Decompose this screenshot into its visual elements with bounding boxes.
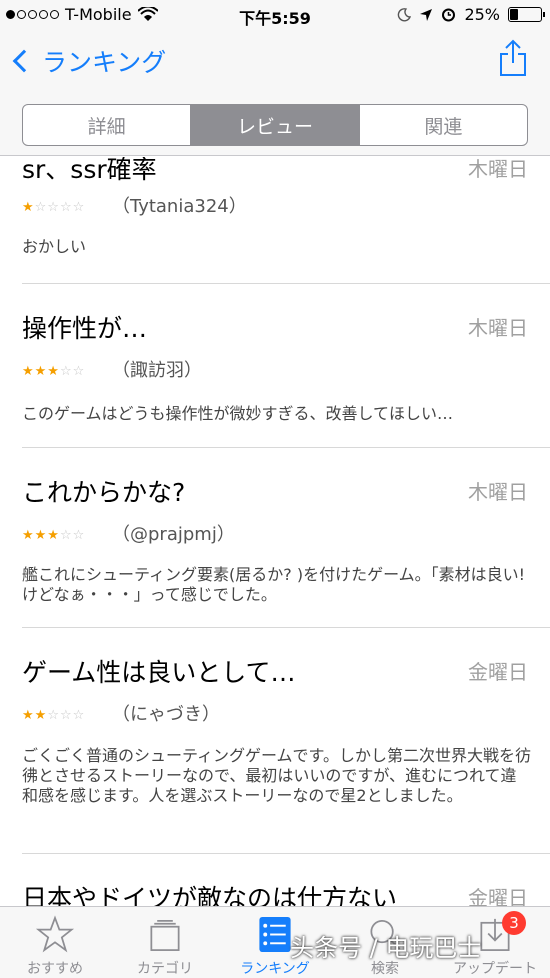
review-body: ごくごく普通のシューティングゲームです。しかし第二次世界大戦を彷彿とさせるストー…: [22, 746, 531, 805]
review-item[interactable]: 日本やドイツが敵なのは仕方ない 金曜日: [22, 854, 550, 907]
moon-icon: [398, 7, 412, 21]
review-item[interactable]: これからかな? 木曜日 ★★★☆☆ （@prajpmj） 艦これにシューティング…: [22, 448, 550, 628]
review-day: 木曜日: [468, 480, 528, 504]
star-rating: ★☆☆☆☆: [22, 200, 86, 215]
review-day: 金曜日: [468, 660, 528, 684]
share-icon[interactable]: [498, 38, 528, 78]
battery-icon: [508, 7, 545, 22]
back-button[interactable]: ランキング: [10, 43, 166, 79]
review-title: sr、ssr確率: [22, 157, 157, 184]
tab-label: カテゴリ: [137, 961, 193, 977]
review-item[interactable]: 操作性が… 木曜日 ★★★☆☆ （諏訪羽） このゲームはどうも操作性が微妙すぎる…: [22, 284, 550, 448]
star-rating: ★★★☆☆: [22, 364, 86, 379]
alarm-icon: [442, 8, 456, 22]
review-title: 日本やドイツが敵なのは仕方ない: [22, 884, 398, 907]
review-item[interactable]: sr、ssr確率 木曜日 ★☆☆☆☆ （Tytania324） おかしい: [22, 157, 550, 284]
review-author: （Tytania324）: [112, 196, 247, 217]
chevron-left-icon: [12, 49, 36, 73]
tab-label: おすすめ: [27, 961, 83, 977]
navigation-bar: ランキング: [0, 30, 550, 92]
segment-details[interactable]: 詳細: [23, 105, 192, 145]
battery-percentage: 25%: [464, 5, 500, 24]
segment-area: 詳細 レビュー 関連: [0, 92, 550, 156]
review-title: 操作性が…: [22, 314, 148, 343]
categories-icon: [150, 919, 180, 951]
review-title: ゲーム性は良いとして…: [22, 658, 296, 687]
review-title: これからかな?: [22, 478, 186, 507]
review-body: このゲームはどうも操作性が微妙すぎる、改善してほしい…: [22, 404, 454, 423]
review-author: （にゃづき）: [112, 704, 220, 725]
review-day: 木曜日: [468, 157, 528, 181]
review-list[interactable]: sr、ssr確率 木曜日 ★☆☆☆☆ （Tytania324） おかしい 操作性…: [0, 157, 550, 907]
status-bar: T-Mobile 下午5:59 25%: [0, 0, 550, 30]
segment-reviews[interactable]: レビュー: [191, 105, 360, 145]
watermark: 头条号 / 电玩巴士: [290, 934, 482, 962]
review-day: 金曜日: [468, 886, 528, 907]
star-icon: [35, 915, 75, 953]
review-author: （@prajpmj）: [112, 524, 235, 545]
segmented-control: 詳細 レビュー 関連: [22, 104, 528, 146]
review-body: おかしい: [22, 237, 87, 256]
updates-badge: 3: [502, 911, 526, 935]
star-rating: ★★☆☆☆: [22, 708, 86, 723]
star-rating: ★★★☆☆: [22, 528, 86, 543]
location-arrow-icon: [420, 8, 433, 21]
segment-related[interactable]: 関連: [360, 105, 527, 145]
review-author: （諏訪羽）: [112, 360, 202, 381]
tab-categories[interactable]: カテゴリ: [110, 907, 220, 978]
review-body: 艦これにシューティング要素(居るか? )を付けたゲーム。「素材は良い! けどなぁ…: [22, 565, 526, 604]
ranking-icon: [259, 916, 291, 953]
back-label: ランキング: [42, 48, 167, 77]
status-right: 25%: [397, 5, 545, 24]
review-item[interactable]: ゲーム性は良いとして… 金曜日 ★★☆☆☆ （にゃづき） ごくごく普通のシューテ…: [22, 628, 550, 854]
review-day: 木曜日: [468, 316, 528, 340]
tab-featured[interactable]: おすすめ: [0, 907, 110, 978]
